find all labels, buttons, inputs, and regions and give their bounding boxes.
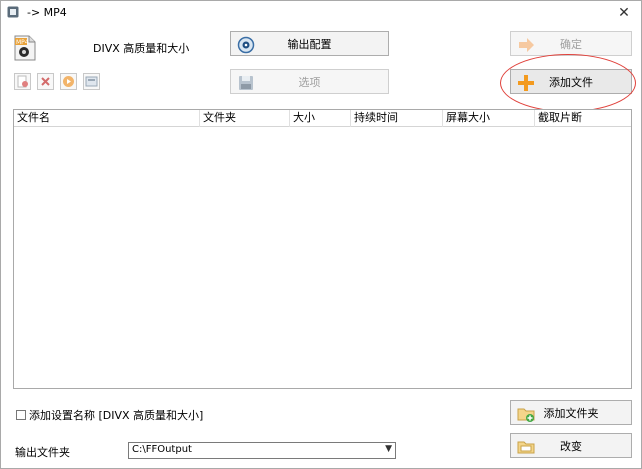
- profile-label: DIVX 高质量和大小: [93, 42, 190, 55]
- col-screen-size[interactable]: 屏幕大小: [443, 110, 535, 127]
- mp4-file-icon: MP4: [14, 35, 36, 61]
- output-folder-select[interactable]: C:\FFOutput ▼: [128, 442, 396, 459]
- col-size[interactable]: 大小: [290, 110, 351, 127]
- close-icon[interactable]: ✕: [613, 4, 635, 22]
- output-config-button[interactable]: 输出配置: [230, 31, 389, 56]
- app-icon: [7, 6, 19, 18]
- add-folder-label: 添加文件夹: [543, 406, 599, 420]
- change-label: 改变: [560, 439, 582, 453]
- col-duration[interactable]: 持续时间: [351, 110, 443, 127]
- media-info-icon[interactable]: [83, 73, 100, 90]
- table-header: 文件名 文件夹 大小 持续时间 屏幕大小 截取片断: [14, 110, 631, 127]
- chevron-down-icon: ▼: [385, 444, 392, 454]
- options-label: 选项: [298, 75, 321, 89]
- converter-window: -> MP4 ✕ MP4 DIVX 高质量和大小 输出配置 选项 确定 添加文件…: [0, 0, 642, 469]
- mp4-icon-text: MP4: [16, 39, 29, 46]
- options-button[interactable]: 选项: [230, 69, 389, 94]
- add-file-button[interactable]: 添加文件: [510, 69, 632, 94]
- output-config-label: 输出配置: [287, 37, 332, 51]
- file-list-table[interactable]: 文件名 文件夹 大小 持续时间 屏幕大小 截取片断: [13, 109, 632, 389]
- window-title: -> MP4: [27, 6, 67, 19]
- col-folder[interactable]: 文件夹: [200, 110, 290, 127]
- add-name-checkbox[interactable]: [16, 410, 26, 420]
- play-icon[interactable]: [60, 73, 77, 90]
- clear-list-icon[interactable]: [37, 73, 54, 90]
- col-filename[interactable]: 文件名: [14, 110, 200, 127]
- change-button[interactable]: 改变: [510, 433, 632, 458]
- add-folder-button[interactable]: 添加文件夹: [510, 400, 632, 425]
- col-clip-segment[interactable]: 截取片断: [535, 110, 631, 127]
- output-folder-value: C:\FFOutput: [132, 444, 192, 455]
- ok-button[interactable]: 确定: [510, 31, 632, 56]
- add-file-label: 添加文件: [549, 75, 593, 89]
- remove-file-icon[interactable]: [14, 73, 31, 90]
- ok-label: 确定: [560, 37, 582, 51]
- title-bar: -> MP4 ✕: [1, 1, 641, 25]
- add-name-option[interactable]: 添加设置名称 [DIVX 高质量和大小]: [16, 407, 203, 423]
- add-name-label: 添加设置名称 [DIVX 高质量和大小]: [29, 409, 204, 422]
- output-folder-label: 输出文件夹: [15, 446, 70, 459]
